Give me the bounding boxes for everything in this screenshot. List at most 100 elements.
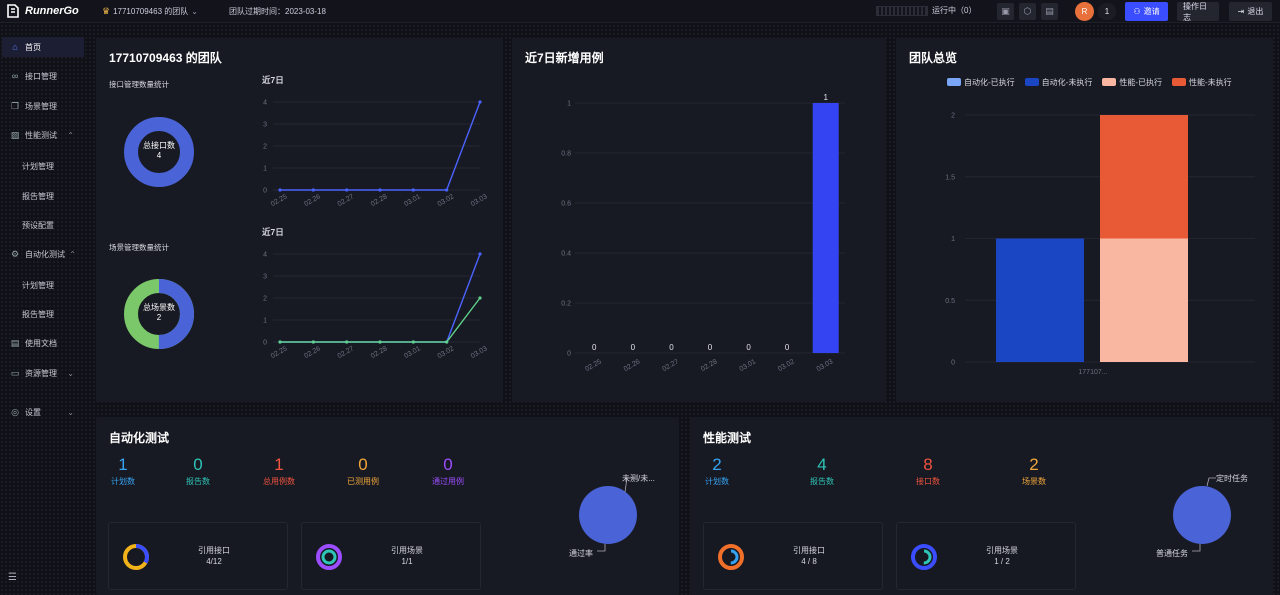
operation-log-button[interactable]: 操作日志 — [1177, 2, 1219, 22]
chevron-down-icon: ⌄ — [67, 368, 74, 378]
api-donut-value: 4 — [156, 151, 162, 160]
x-tick-label: 177107... — [1078, 369, 1107, 376]
data-point — [378, 188, 382, 192]
y-tick-label: 0 — [263, 340, 267, 347]
card-label-block: 引用接口 4 / 8 — [793, 545, 825, 567]
api-donut-label: 总接口数 — [143, 141, 175, 150]
sidebar-item-resources[interactable]: ▭ 资源管理 ⌄ — [2, 363, 84, 383]
stat-number: 0 — [193, 455, 203, 474]
progress-ring-icon — [316, 544, 342, 570]
gear-cluster-icon: ⚙ — [10, 248, 20, 259]
x-tick-label: 02.26 — [303, 345, 322, 360]
sidebar-item-perf-report[interactable]: 报告管理 — [22, 191, 54, 202]
sidebar-item-auto-plan[interactable]: 计划管理 — [22, 280, 54, 291]
auto-stat-reports: 0 报告数 — [178, 455, 218, 487]
y-tick-label: 0.4 — [561, 251, 571, 258]
sidebar: ⌂ 首页 ∞ 接口管理 ❐ 场景管理 ▨ 性能测试 ⌃ 计划管理 报告管理 预设… — [0, 34, 86, 595]
legend-label: 自动化-未执行 — [1041, 78, 1093, 87]
sidebar-item-scene[interactable]: ❐ 场景管理 — [2, 96, 84, 116]
stat-label: 计划数 — [705, 477, 729, 486]
x-tick-label: 02.26 — [303, 193, 322, 208]
x-tick-label: 02.28 — [370, 193, 389, 208]
legend-item[interactable]: 自动化-未执行 — [1024, 77, 1093, 88]
legend-item[interactable]: 性能-已执行 — [1102, 77, 1162, 88]
pie-label-normal: 普通任务 — [1156, 549, 1188, 558]
bar-value-label: 0 — [669, 343, 674, 352]
legend-swatch — [1102, 78, 1117, 86]
x-tick-label: 02.25 — [270, 345, 289, 360]
x-tick-label: 03.01 — [738, 358, 757, 373]
auto-ref-api-card: 引用接口 4/12 — [108, 522, 288, 590]
sidebar-item-performance[interactable]: ▨ 性能测试 ⌃ — [2, 125, 84, 145]
api-stat-label: 接口管理数量统计 — [109, 80, 169, 89]
team-name: 17710709463 的团队 — [113, 7, 189, 16]
card-label-block: 引用场景 1 / 2 — [986, 545, 1018, 567]
legend-item[interactable]: 自动化-已执行 — [947, 77, 1015, 88]
sidebar-item-label: 性能测试 — [25, 130, 57, 140]
sidebar-item-automation[interactable]: ⚙ 自动化测试 ⌃ — [2, 244, 84, 264]
sidebar-item-label: 接口管理 — [25, 71, 57, 81]
card-value: 1/1 — [401, 557, 413, 566]
stat-label: 通过用例 — [432, 477, 464, 486]
new-cases-bar-chart: 0 0.2 0.4 0.6 0.8 1 0 02.25 0 02.26 0 02.27 0 02.28 0 0… — [561, 93, 845, 373]
stat-number: 1 — [274, 455, 284, 474]
data-point — [311, 188, 315, 192]
user-icon: ⚇ — [1133, 7, 1141, 16]
sidebar-item-label: 自动化测试 — [25, 249, 65, 259]
collapse-sidebar-icon[interactable]: ☰ — [8, 572, 17, 583]
sidebar-item-home[interactable]: ⌂ 首页 — [2, 37, 84, 57]
data-point — [445, 188, 449, 192]
performance-title: 性能测试 — [703, 431, 752, 445]
y-tick-label: 3 — [263, 274, 267, 281]
y-tick-label: 1.5 — [945, 174, 955, 181]
stat-label: 场景数 — [1022, 477, 1046, 486]
auto-stat-plans: 1 计划数 — [103, 455, 143, 487]
x-tick-label: 02.27 — [661, 358, 680, 373]
stat-number: 4 — [817, 455, 827, 474]
stat-number: 0 — [358, 455, 368, 474]
x-tick-label: 02.27 — [337, 345, 356, 360]
chart1-title: 近7日 — [262, 75, 284, 85]
x-tick-label: 03.03 — [816, 358, 835, 373]
sidebar-item-label: 首页 — [25, 42, 41, 52]
sidebar-item-settings[interactable]: ◎ 设置 ⌄ — [2, 402, 84, 422]
card-label: 引用场景 — [391, 546, 423, 555]
automation-title: 自动化测试 — [109, 431, 170, 445]
doc-icon[interactable]: ▤ — [1041, 3, 1058, 20]
avatar[interactable]: R — [1075, 2, 1094, 21]
theme-icon[interactable]: ⬡ — [1019, 3, 1036, 20]
y-tick-label: 0 — [567, 351, 571, 358]
pie-slice — [579, 486, 637, 544]
sidebar-item-preset[interactable]: 预设配置 — [22, 220, 54, 231]
data-point — [478, 252, 482, 256]
card-label: 引用接口 — [793, 546, 825, 555]
report-icon[interactable]: ▣ — [997, 3, 1014, 20]
runnergo-logo-icon — [7, 4, 19, 18]
y-tick-label: 0 — [263, 188, 267, 195]
scene-stat-label: 场景管理数量统计 — [109, 243, 169, 252]
x-tick-label: 02.28 — [370, 345, 389, 360]
sidebar-item-docs[interactable]: ▤ 使用文档 — [2, 333, 84, 353]
logo[interactable]: RunnerGo — [5, 3, 79, 19]
logout-button[interactable]: ⇥ 退出 — [1229, 2, 1272, 21]
x-tick-label: 02.27 — [337, 193, 356, 208]
invite-button[interactable]: ⚇ 邀请 — [1125, 2, 1168, 21]
team-selector[interactable]: ♛ 17710709463 的团队 ⌄ — [102, 6, 198, 17]
bar-value-label: 0 — [592, 343, 597, 352]
scene-donut-value: 2 — [156, 313, 162, 322]
y-tick-label: 2 — [263, 144, 267, 151]
running-status[interactable]: 运行中（0） — [876, 5, 976, 16]
x-tick-label: 03.02 — [777, 358, 796, 373]
card-label-block: 引用场景 1/1 — [391, 545, 423, 567]
message-count[interactable]: 1 — [1098, 3, 1116, 20]
logout-label: 退出 — [1247, 7, 1264, 16]
overview-title: 团队总览 — [909, 51, 958, 65]
data-point — [445, 340, 449, 344]
x-tick-label: 03.02 — [437, 345, 456, 360]
bar-value-label: 0 — [708, 343, 713, 352]
sidebar-item-api[interactable]: ∞ 接口管理 — [2, 66, 84, 86]
sidebar-item-auto-report[interactable]: 报告管理 — [22, 309, 54, 320]
sidebar-item-perf-plan[interactable]: 计划管理 — [22, 161, 54, 172]
legend-item[interactable]: 性能-未执行 — [1172, 77, 1232, 88]
chart-icon: ▨ — [10, 129, 20, 140]
